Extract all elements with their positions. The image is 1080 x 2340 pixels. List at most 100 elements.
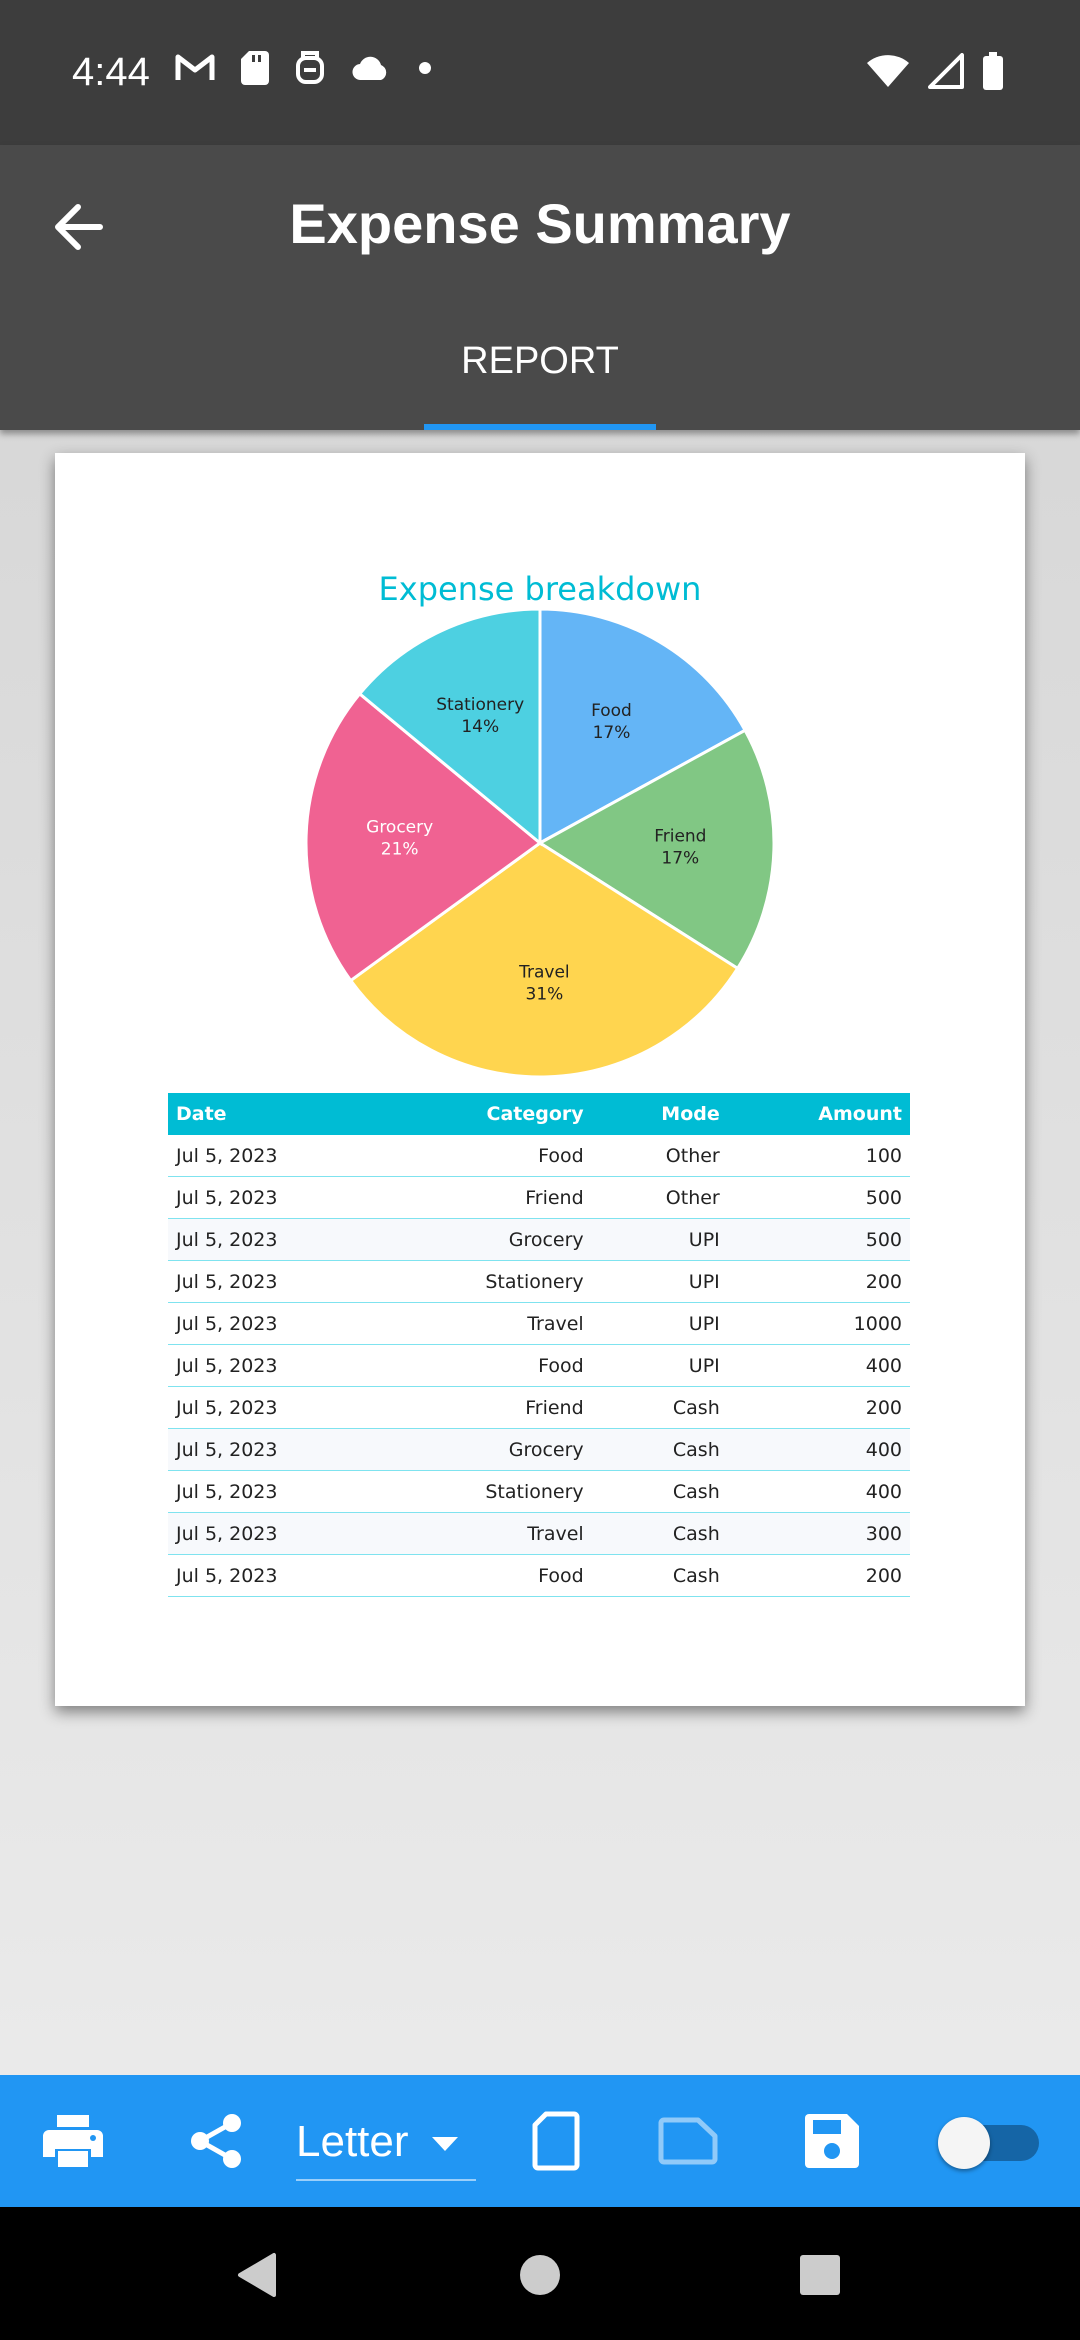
nav-home-button[interactable] (510, 2245, 570, 2305)
header-category: Category (382, 1093, 592, 1135)
signal-icon (928, 53, 964, 89)
home-circle-icon (520, 2255, 560, 2295)
cell-mode: UPI (591, 1302, 728, 1345)
cell-date: Jul 5, 2023 (168, 1135, 383, 1177)
toggle-thumb (938, 2117, 990, 2169)
nav-recents-button[interactable] (790, 2245, 850, 2305)
cell-amount: 500 (727, 1176, 910, 1219)
app-bar: Expense Summary REPORT (0, 145, 1080, 430)
share-button[interactable] (186, 2105, 246, 2177)
portrait-orientation-button[interactable] (528, 2105, 584, 2177)
cell-amount: 300 (727, 1512, 910, 1555)
cell-category: Stationery (382, 1470, 592, 1513)
recents-square-icon (800, 2255, 840, 2295)
assistant-icon (296, 51, 324, 84)
table-header-row: Date Category Mode Amount (168, 1093, 910, 1135)
save-icon (805, 2114, 859, 2168)
share-icon (191, 2114, 241, 2168)
cell-amount: 400 (727, 1470, 910, 1513)
landscape-orientation-button[interactable] (656, 2105, 720, 2177)
cell-mode: UPI (591, 1260, 728, 1303)
notification-icons (175, 50, 433, 86)
paper-size-value: Letter (296, 2117, 409, 2166)
cell-mode: Cash (591, 1386, 728, 1429)
cell-category: Friend (382, 1176, 592, 1219)
chart-title: Expense breakdown (379, 570, 702, 608)
cell-category: Grocery (382, 1218, 592, 1261)
table-row: Jul 5, 2023 Stationery Cash 400 (168, 1470, 910, 1513)
table-row: Jul 5, 2023 Food UPI 400 (168, 1344, 910, 1387)
cell-amount: 100 (727, 1135, 910, 1177)
cell-date: Jul 5, 2023 (168, 1344, 383, 1387)
slice-percent: 14% (461, 717, 499, 737)
cell-mode: Cash (591, 1512, 728, 1555)
cell-category: Stationery (382, 1260, 592, 1303)
bottom-toolbar: Letter (0, 2075, 1080, 2207)
table-row: Jul 5, 2023 Friend Other 500 (168, 1176, 910, 1219)
chevron-down-icon (432, 2137, 458, 2151)
cell-amount: 400 (727, 1344, 910, 1387)
slice-percent: 21% (381, 840, 419, 860)
battery-icon (983, 52, 1003, 90)
print-icon (43, 2115, 103, 2167)
tab-report[interactable]: REPORT (424, 315, 656, 430)
paper-size-select[interactable]: Letter (296, 2111, 476, 2181)
table-row: Jul 5, 2023 Food Cash 200 (168, 1554, 910, 1597)
save-button[interactable] (802, 2105, 862, 2177)
header-date: Date (168, 1093, 383, 1135)
navigation-bar (0, 2207, 1080, 2340)
cell-mode: UPI (591, 1218, 728, 1261)
cell-date: Jul 5, 2023 (168, 1386, 383, 1429)
slice-percent: 31% (526, 984, 564, 1004)
cell-amount: 1000 (727, 1302, 910, 1345)
dot-icon (419, 62, 431, 74)
portrait-orientation-icon (532, 2111, 580, 2171)
nav-back-button[interactable] (226, 2245, 286, 2305)
page-title: Expense Summary (289, 192, 791, 255)
table-row: Jul 5, 2023 Grocery Cash 400 (168, 1428, 910, 1471)
print-button[interactable] (38, 2105, 108, 2177)
cell-mode: Other (591, 1176, 728, 1219)
cell-mode: Cash (591, 1470, 728, 1513)
cell-amount: 200 (727, 1386, 910, 1429)
slice-label: Travel (518, 962, 570, 982)
table-row: Jul 5, 2023 Travel UPI 1000 (168, 1302, 910, 1345)
cell-category: Food (382, 1135, 592, 1177)
table-row: Jul 5, 2023 Grocery UPI 500 (168, 1218, 910, 1261)
cell-date: Jul 5, 2023 (168, 1470, 383, 1513)
slice-percent: 17% (593, 723, 631, 743)
slice-label: Stationery (436, 695, 524, 715)
cell-amount: 200 (727, 1554, 910, 1597)
landscape-orientation-icon (658, 2117, 718, 2165)
cell-mode: UPI (591, 1344, 728, 1387)
cell-category: Travel (382, 1512, 592, 1555)
pie-chart: Expense breakdown Food17%Friend17%Travel… (304, 570, 776, 1079)
table-row: Jul 5, 2023 Food Other 100 (168, 1135, 910, 1177)
cell-mode: Other (591, 1135, 728, 1177)
slice-label: Friend (654, 826, 706, 846)
cell-amount: 400 (727, 1428, 910, 1471)
cell-category: Food (382, 1344, 592, 1387)
wifi-icon (867, 55, 909, 87)
cell-amount: 500 (727, 1218, 910, 1261)
table-row: Jul 5, 2023 Friend Cash 200 (168, 1386, 910, 1429)
slice-label: Grocery (366, 818, 433, 838)
tab-label: REPORT (461, 340, 619, 382)
cell-date: Jul 5, 2023 (168, 1260, 383, 1303)
slice-percent: 17% (661, 848, 699, 868)
cell-mode: Cash (591, 1428, 728, 1471)
document-preview[interactable]: Expense breakdown Food 17% Friend 17% Travel… (55, 453, 1025, 1706)
table-row: Jul 5, 2023 Travel Cash 300 (168, 1512, 910, 1555)
cell-category: Friend (382, 1386, 592, 1429)
table-row: Jul 5, 2023 Stationery UPI 200 (168, 1260, 910, 1303)
cell-category: Grocery (382, 1428, 592, 1471)
status-time: 4:44 (72, 50, 150, 94)
cell-category: Travel (382, 1302, 592, 1345)
cloud-icon (352, 56, 387, 81)
cell-date: Jul 5, 2023 (168, 1176, 383, 1219)
cell-date: Jul 5, 2023 (168, 1554, 383, 1597)
cell-date: Jul 5, 2023 (168, 1302, 383, 1345)
cell-date: Jul 5, 2023 (168, 1218, 383, 1261)
system-icons (866, 52, 1004, 90)
header-amount: Amount (727, 1093, 910, 1135)
